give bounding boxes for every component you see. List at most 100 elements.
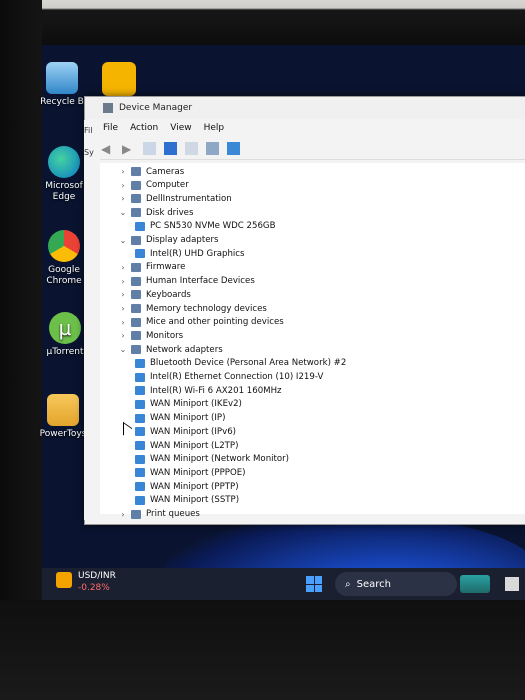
tree-label: Bluetooth Device (Personal Area Network)… xyxy=(150,358,347,369)
device-icon xyxy=(131,235,141,245)
tree-row[interactable]: ⌄ Disk drives xyxy=(118,206,194,219)
device-icon xyxy=(131,262,141,272)
device-icon xyxy=(135,249,145,259)
recycle-bin-icon xyxy=(46,62,78,94)
monitor-bezel-top xyxy=(0,0,525,45)
tree-row[interactable]: WAN Miniport (PPTP) xyxy=(132,480,239,493)
device-icon xyxy=(135,427,145,437)
monitor-icon[interactable] xyxy=(227,141,240,155)
taskbar-overflow-icon[interactable] xyxy=(505,577,519,591)
chevron-down-icon[interactable]: ⌄ xyxy=(118,345,128,354)
scan-hardware-icon[interactable] xyxy=(206,141,219,155)
tree-label: WAN Miniport (SSTP) xyxy=(150,495,240,506)
tree-row[interactable]: › Monitors xyxy=(118,329,183,342)
device-icon xyxy=(131,276,141,286)
tree-row[interactable]: › Mice and other pointing devices xyxy=(118,316,283,329)
taskbar-search[interactable]: ⌕ Search xyxy=(335,572,457,596)
chrome-label: Google Chrome xyxy=(46,265,82,286)
tree-row[interactable]: WAN Miniport (L2TP) xyxy=(132,439,238,452)
device-icon xyxy=(131,509,141,519)
tree-row[interactable]: › Memory technology devices xyxy=(118,302,267,315)
start-button-icon[interactable] xyxy=(306,576,322,592)
menu-file[interactable]: File xyxy=(103,123,118,133)
chevron-right-icon[interactable]: › xyxy=(118,263,128,272)
back-arrow-icon[interactable]: ◀ xyxy=(101,142,114,156)
tree-row[interactable]: › Keyboards xyxy=(118,288,190,301)
chevron-right-icon[interactable]: › xyxy=(118,318,128,327)
tree-row[interactable]: Intel(R) Ethernet Connection (10) I219-V xyxy=(132,371,323,384)
window-title: Device Manager xyxy=(119,103,193,113)
menu-action[interactable]: Action xyxy=(130,123,158,133)
menu-help[interactable]: Help xyxy=(204,123,225,133)
menu-view[interactable]: View xyxy=(170,123,191,133)
tree-label: DellInstrumentation xyxy=(146,193,232,204)
device-icon xyxy=(135,386,145,396)
stock-widget-icon[interactable] xyxy=(56,572,72,588)
device-icon xyxy=(131,345,141,355)
device-icon xyxy=(131,317,141,327)
device-icon xyxy=(131,208,141,218)
tree-row[interactable]: WAN Miniport (Network Monitor) xyxy=(132,453,289,466)
stock-change: -0.28% xyxy=(78,583,110,593)
tree-label: Computer xyxy=(146,180,189,191)
tree-row[interactable]: › Computer xyxy=(118,179,189,192)
tree-row[interactable]: Intel(R) Wi-Fi 6 AX201 160MHz xyxy=(132,384,282,397)
partial-file-label: Fil xyxy=(84,126,93,135)
powertoys-shortcut[interactable]: PowerToys xyxy=(35,394,91,440)
tree-label: WAN Miniport (PPTP) xyxy=(150,481,239,492)
tree-row[interactable]: › Cameras xyxy=(118,165,184,178)
app-shortcut-icon[interactable] xyxy=(102,62,136,96)
device-icon xyxy=(131,167,141,176)
help-icon[interactable] xyxy=(164,141,177,155)
tree-row[interactable]: Bluetooth Device (Personal Area Network)… xyxy=(132,357,346,370)
chevron-right-icon[interactable]: › xyxy=(118,167,128,176)
tree-row[interactable]: Intel(R) UHD Graphics xyxy=(132,247,245,260)
chevron-right-icon[interactable]: › xyxy=(118,290,128,299)
tree-row[interactable]: › Print queues xyxy=(118,508,200,521)
tree-row[interactable]: ⌄ Network adapters xyxy=(118,343,223,356)
chevron-right-icon[interactable]: › xyxy=(118,510,128,519)
chevron-right-icon[interactable]: › xyxy=(118,331,128,340)
chevron-down-icon[interactable]: ⌄ xyxy=(118,208,128,217)
tree-row[interactable]: WAN Miniport (IKEv2) xyxy=(132,398,242,411)
tree-label: Firmware xyxy=(146,262,186,273)
device-manager-icon xyxy=(103,103,113,113)
tree-label: Intel(R) Ethernet Connection (10) I219-V xyxy=(150,372,324,382)
device-icon xyxy=(131,290,141,300)
tree-row[interactable]: WAN Miniport (IPv6) xyxy=(132,425,236,438)
tree-row[interactable]: WAN Miniport (PPPOE) xyxy=(132,466,246,479)
chevron-right-icon[interactable]: › xyxy=(118,277,128,286)
tree-label: WAN Miniport (L2TP) xyxy=(150,440,239,451)
menu-bar: File Action View Help xyxy=(85,119,525,137)
utorrent-label: µTorrent xyxy=(46,347,84,357)
forward-arrow-icon[interactable]: ▶ xyxy=(122,142,135,156)
tree-row[interactable]: › Human Interface Devices xyxy=(118,275,254,288)
device-icon xyxy=(131,180,141,190)
tree-row[interactable]: PC SN530 NVMe WDC 256GB xyxy=(132,220,275,233)
tree-row[interactable]: › DellInstrumentation xyxy=(118,192,232,205)
tree-label: Memory technology devices xyxy=(146,303,267,314)
device-icon xyxy=(131,331,141,341)
chevron-right-icon[interactable]: › xyxy=(118,181,128,190)
tree-row[interactable]: › Firmware xyxy=(118,261,185,274)
tree-row[interactable]: WAN Miniport (SSTP) xyxy=(132,494,239,507)
chrome-icon xyxy=(48,230,80,262)
recycle-bin-shortcut[interactable]: Recycle B xyxy=(34,62,90,108)
tree-label: Cameras xyxy=(146,166,185,177)
chevron-down-icon[interactable]: ⌄ xyxy=(118,236,128,245)
chevron-right-icon[interactable]: › xyxy=(118,304,128,313)
partial-window-strip: Fil Sy xyxy=(84,120,100,520)
chevron-right-icon[interactable]: › xyxy=(118,194,128,203)
taskbar-app-icon[interactable] xyxy=(460,575,490,593)
update-driver-icon[interactable] xyxy=(185,141,198,155)
tree-row[interactable]: ⌄ Display adapters xyxy=(118,234,219,247)
window-titlebar[interactable]: Device Manager xyxy=(85,97,525,119)
tree-row[interactable]: WAN Miniport (IP) xyxy=(132,412,225,425)
tree-label: Disk drives xyxy=(146,207,194,218)
tree-label: WAN Miniport (IPv6) xyxy=(150,426,237,437)
device-icon xyxy=(135,441,145,450)
device-icon xyxy=(135,221,145,231)
device-manager-window: Device Manager File Action View Help ◀ ▶… xyxy=(84,96,525,525)
tree-label: Display adapters xyxy=(146,235,219,245)
properties-icon[interactable] xyxy=(143,141,156,155)
